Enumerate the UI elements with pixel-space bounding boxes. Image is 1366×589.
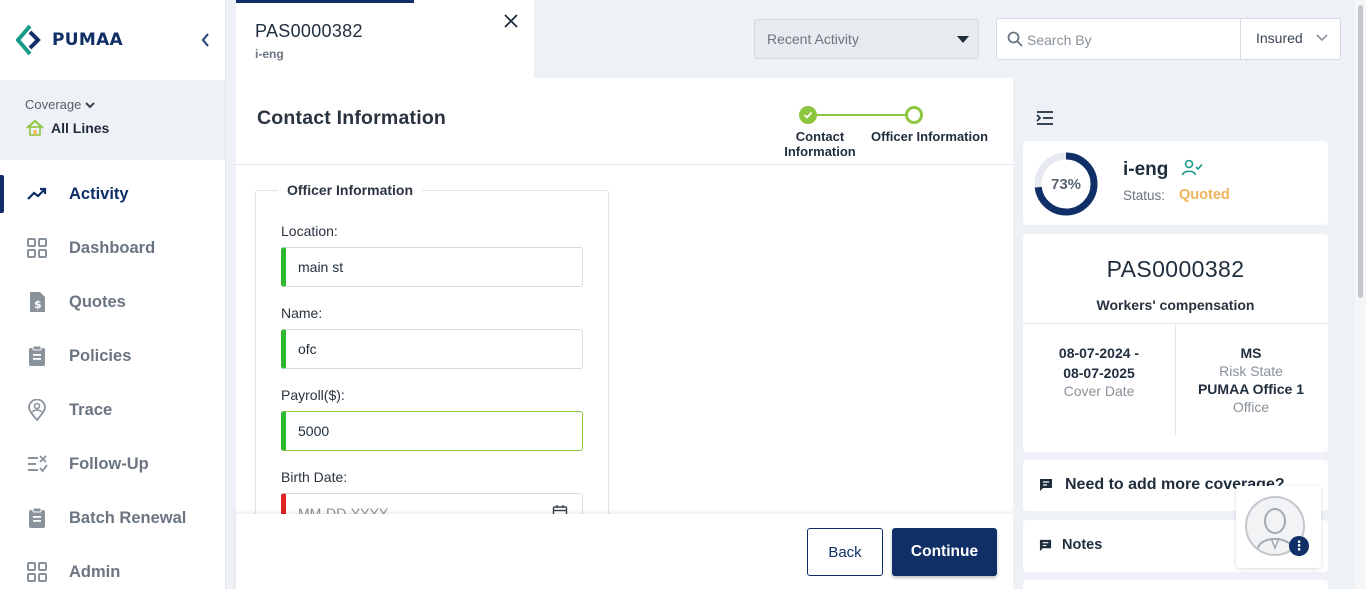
birth-date-label: Birth Date:: [281, 469, 348, 485]
sidebar-item-activity[interactable]: Activity: [0, 167, 225, 221]
scrollbar-thumb[interactable]: [1358, 5, 1363, 298]
sidebar-item-label: Activity: [69, 184, 129, 203]
cover-date-label: Cover Date: [1063, 383, 1135, 399]
clipboard-icon: [26, 345, 48, 367]
avatar-icon: [1245, 496, 1305, 556]
collapse-sidebar-button[interactable]: [196, 30, 216, 50]
scrollbar[interactable]: [1355, 0, 1366, 589]
clipboard-icon: [26, 507, 48, 529]
insured-card: 73% i-eng Status: Quoted: [1023, 141, 1328, 225]
recent-activity-label: Recent Activity: [767, 31, 859, 47]
sidebar: PUMAA Coverage All Lines Activity Dashbo…: [0, 0, 226, 589]
brand[interactable]: PUMAA: [0, 0, 225, 80]
svg-text:$: $: [34, 298, 42, 311]
chevron-left-icon: [201, 33, 209, 47]
step-connector: [808, 114, 914, 116]
close-icon: [504, 14, 518, 28]
search-divider: [1240, 19, 1241, 59]
continue-button[interactable]: Continue: [892, 528, 997, 576]
step-completed-icon[interactable]: [799, 106, 817, 124]
person-check-icon: [1181, 159, 1203, 176]
notes-label: Notes: [1062, 537, 1103, 553]
step-current-icon[interactable]: [905, 106, 923, 124]
section-title: Officer Information: [278, 182, 423, 198]
location-person-icon: [26, 399, 48, 421]
tab-title: PAS0000382: [255, 21, 363, 41]
search-input[interactable]: [1027, 29, 1232, 51]
office-name: PUMAA Office 1: [1197, 381, 1305, 397]
payroll-field[interactable]: 5000: [281, 411, 583, 451]
office-label: Office: [1232, 399, 1270, 415]
main-panel: Contact Information Contact Information …: [236, 78, 1013, 589]
coverage-value: All Lines: [51, 119, 110, 136]
tab-subtitle: i-eng: [255, 47, 284, 61]
recent-activity-dropdown[interactable]: Recent Activity: [754, 19, 979, 59]
sidebar-item-dashboard[interactable]: Dashboard: [0, 221, 225, 275]
risk-state-label: Risk State: [1219, 363, 1283, 379]
policy-tab[interactable]: PAS0000382 i-eng: [236, 0, 534, 78]
cover-date-end: 08-07-2025: [1063, 365, 1135, 381]
sidebar-item-policies[interactable]: Policies: [0, 329, 225, 383]
stepper: Contact Information Officer Information: [776, 106, 1016, 164]
risk-state: MS: [1240, 345, 1262, 361]
more-options-icon[interactable]: ⋮: [1289, 536, 1309, 556]
sidebar-item-label: Batch Renewal: [69, 508, 187, 527]
sidebar-item-follow-up[interactable]: Follow-Up: [0, 437, 225, 491]
collapse-menu-icon[interactable]: [1036, 110, 1054, 126]
coverage-label: Coverage: [25, 97, 82, 112]
search-icon: [1007, 31, 1023, 47]
chevron-down-icon: [85, 101, 96, 108]
close-tab-button[interactable]: [502, 12, 520, 30]
policy-card: PAS0000382 Workers' compensation 08-07-2…: [1023, 234, 1328, 452]
back-button[interactable]: Back: [807, 528, 883, 576]
coverage-selector[interactable]: Coverage All Lines: [0, 80, 225, 160]
step-label-officer: Officer Information: [871, 129, 989, 144]
location-label: Location:: [281, 223, 338, 239]
sidebar-item-label: Quotes: [69, 292, 126, 311]
progress-percent: 73%: [1050, 175, 1082, 193]
sidebar-item-admin[interactable]: Admin: [0, 545, 225, 589]
cover-date-block: 08-07-2024 - 08-07-2025 Cover Date: [1023, 344, 1175, 400]
chevron-down-icon[interactable]: [1315, 31, 1329, 45]
insured-name: i-eng: [1123, 159, 1169, 180]
divider: [236, 164, 1013, 165]
policy-number: PAS0000382: [1106, 256, 1245, 282]
risk-office-block: MS Risk State PUMAA Office 1 Office: [1175, 344, 1327, 416]
grid-icon: [26, 237, 48, 259]
step-label-contact: Contact Information: [784, 129, 856, 159]
assistant-widget[interactable]: ⋮: [1236, 486, 1321, 568]
comment-icon: [1039, 539, 1052, 551]
payroll-label: Payroll($):: [281, 387, 345, 403]
cover-date-start: 08-07-2024 -: [1058, 345, 1140, 361]
sidebar-item-trace[interactable]: Trace: [0, 383, 225, 437]
search-filter-select[interactable]: Insured: [1256, 30, 1303, 46]
status-label: Status:: [1123, 188, 1166, 203]
location-field[interactable]: main st: [281, 247, 583, 287]
summary-card: [1023, 580, 1328, 589]
pumaa-logo-icon: [16, 24, 41, 56]
form-footer: Back Continue: [236, 514, 1013, 589]
checklist-icon: [26, 453, 48, 475]
sidebar-nav: Activity Dashboard $ Quotes Policies Tra…: [0, 167, 225, 589]
sidebar-item-batch-renewal[interactable]: Batch Renewal: [0, 491, 225, 545]
brand-name: PUMAA: [52, 30, 123, 50]
grid-icon: [26, 561, 48, 583]
name-label: Name:: [281, 305, 323, 321]
sidebar-item-label: Admin: [69, 562, 121, 581]
home-icon: [26, 119, 44, 136]
caret-down-icon: [957, 36, 969, 43]
sidebar-item-label: Policies: [69, 346, 132, 365]
dollar-document-icon: $: [26, 291, 48, 313]
name-field[interactable]: ofc: [281, 329, 583, 369]
line-of-business: Workers' compensation: [1096, 297, 1255, 313]
sidebar-item-label: Dashboard: [69, 238, 156, 257]
comment-icon: [1040, 479, 1052, 491]
sidebar-item-label: Follow-Up: [69, 454, 149, 473]
sidebar-item-label: Trace: [69, 400, 113, 419]
status-badge: Quoted: [1179, 187, 1230, 203]
search-bar: Insured: [996, 18, 1341, 60]
sidebar-item-quotes[interactable]: $ Quotes: [0, 275, 225, 329]
page-title: Contact Information: [257, 107, 447, 129]
trending-up-icon: [26, 183, 48, 205]
